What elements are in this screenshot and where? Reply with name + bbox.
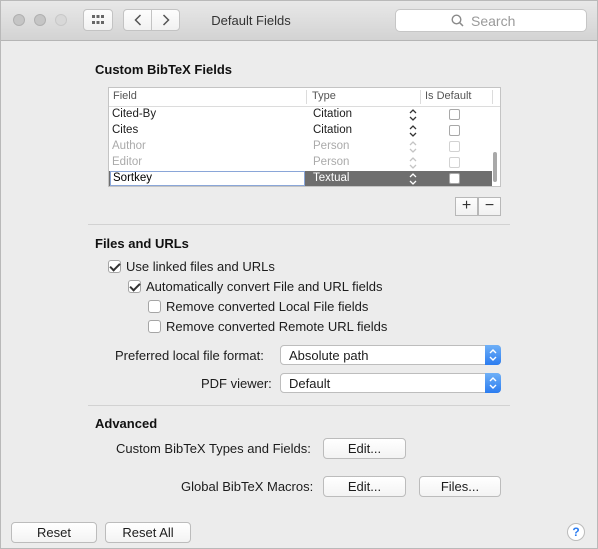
pdf-viewer-value: Default	[289, 376, 331, 391]
field-type-cell[interactable]: Citation	[313, 124, 352, 136]
advanced-heading: Advanced	[95, 416, 158, 431]
table-row[interactable]: Cites Citation	[109, 123, 492, 139]
custom-types-label: Custom BibTeX Types and Fields:	[116, 441, 311, 456]
type-stepper-icon[interactable]	[409, 172, 417, 186]
custom-fields-heading: Custom BibTeX Fields	[95, 62, 232, 77]
remove-local-label[interactable]: Remove converted Local File fields	[166, 299, 368, 314]
type-stepper-icon[interactable]	[409, 124, 417, 138]
is-default-checkbox[interactable]	[449, 125, 460, 136]
pdf-viewer-label: PDF viewer:	[201, 376, 272, 391]
custom-fields-table[interactable]: Field Type Is Default Cited-By Citation Ci…	[108, 87, 501, 187]
field-name-cell[interactable]: Editor	[112, 156, 142, 168]
field-name-cell[interactable]: Cites	[112, 124, 138, 136]
reset-button[interactable]: Reset	[11, 522, 97, 543]
table-row[interactable]: Author Person	[109, 139, 492, 155]
chevron-left-icon	[133, 14, 141, 26]
add-field-button[interactable]: +	[455, 197, 478, 216]
zoom-window-button[interactable]	[55, 14, 67, 26]
file-format-label: Preferred local file format:	[115, 348, 264, 363]
table-scrollbar[interactable]	[493, 152, 497, 182]
divider	[88, 405, 510, 406]
file-format-popup[interactable]: Absolute path	[280, 345, 501, 365]
custom-types-edit-button[interactable]: Edit...	[323, 438, 406, 459]
field-type-cell[interactable]: Person	[313, 140, 349, 152]
window-title: Default Fields	[211, 13, 291, 28]
pdf-viewer-popup[interactable]: Default	[280, 373, 501, 393]
show-all-button[interactable]	[83, 9, 113, 31]
grid-icon	[92, 15, 104, 24]
remove-field-button[interactable]: −	[478, 197, 501, 216]
remove-remote-checkbox[interactable]	[148, 320, 161, 333]
is-default-checkbox[interactable]	[449, 157, 460, 168]
global-macros-label: Global BibTeX Macros:	[181, 479, 314, 494]
table-row[interactable]: Sortkey Textual	[109, 171, 492, 186]
column-divider	[492, 90, 493, 104]
global-macros-edit-button[interactable]: Edit...	[323, 476, 406, 497]
files-urls-heading: Files and URLs	[95, 236, 189, 251]
remove-remote-label[interactable]: Remove converted Remote URL fields	[166, 319, 387, 334]
table-header: Field Type Is Default	[109, 88, 500, 107]
file-format-value: Absolute path	[289, 348, 369, 363]
is-default-checkbox[interactable]	[449, 173, 460, 184]
preferences-window: Default Fields Custom BibTeX Fields Fiel…	[0, 0, 598, 549]
reset-all-button[interactable]: Reset All	[105, 522, 191, 543]
title-bar: Default Fields	[1, 1, 597, 41]
global-macros-files-button[interactable]: Files...	[419, 476, 501, 497]
type-stepper-icon[interactable]	[409, 140, 417, 154]
minimize-window-button[interactable]	[34, 14, 46, 26]
type-stepper-icon[interactable]	[409, 156, 417, 170]
remove-local-checkbox[interactable]	[148, 300, 161, 313]
auto-convert-checkbox[interactable]	[128, 280, 141, 293]
back-button[interactable]	[123, 9, 152, 31]
use-linked-files-label[interactable]: Use linked files and URLs	[126, 259, 275, 274]
forward-button[interactable]	[151, 9, 180, 31]
column-divider[interactable]	[306, 90, 307, 104]
field-type-cell[interactable]: Person	[313, 156, 349, 168]
type-stepper-icon[interactable]	[409, 108, 417, 122]
popup-arrows-icon	[485, 373, 501, 393]
search-input[interactable]	[469, 12, 583, 30]
close-window-button[interactable]	[13, 14, 25, 26]
divider	[88, 224, 510, 225]
column-header-type[interactable]: Type	[312, 90, 336, 102]
column-header-is-default[interactable]: Is Default	[425, 90, 471, 102]
is-default-checkbox[interactable]	[449, 109, 460, 120]
table-row[interactable]: Editor Person	[109, 155, 492, 171]
is-default-checkbox[interactable]	[449, 141, 460, 152]
column-header-field[interactable]: Field	[113, 90, 137, 102]
field-name-cell[interactable]: Sortkey	[110, 171, 305, 186]
auto-convert-label[interactable]: Automatically convert File and URL field…	[146, 279, 383, 294]
field-type-cell[interactable]: Textual	[313, 172, 349, 184]
search-field[interactable]	[395, 9, 587, 32]
table-row[interactable]: Cited-By Citation	[109, 107, 492, 123]
help-button[interactable]: ?	[567, 523, 585, 541]
field-name-cell[interactable]: Cited-By	[112, 108, 156, 120]
search-icon	[451, 14, 464, 27]
field-type-cell[interactable]: Citation	[313, 108, 352, 120]
use-linked-files-checkbox[interactable]	[108, 260, 121, 273]
column-divider[interactable]	[420, 90, 421, 104]
chevron-right-icon	[162, 14, 170, 26]
popup-arrows-icon	[485, 345, 501, 365]
field-name-cell[interactable]: Author	[112, 140, 146, 152]
